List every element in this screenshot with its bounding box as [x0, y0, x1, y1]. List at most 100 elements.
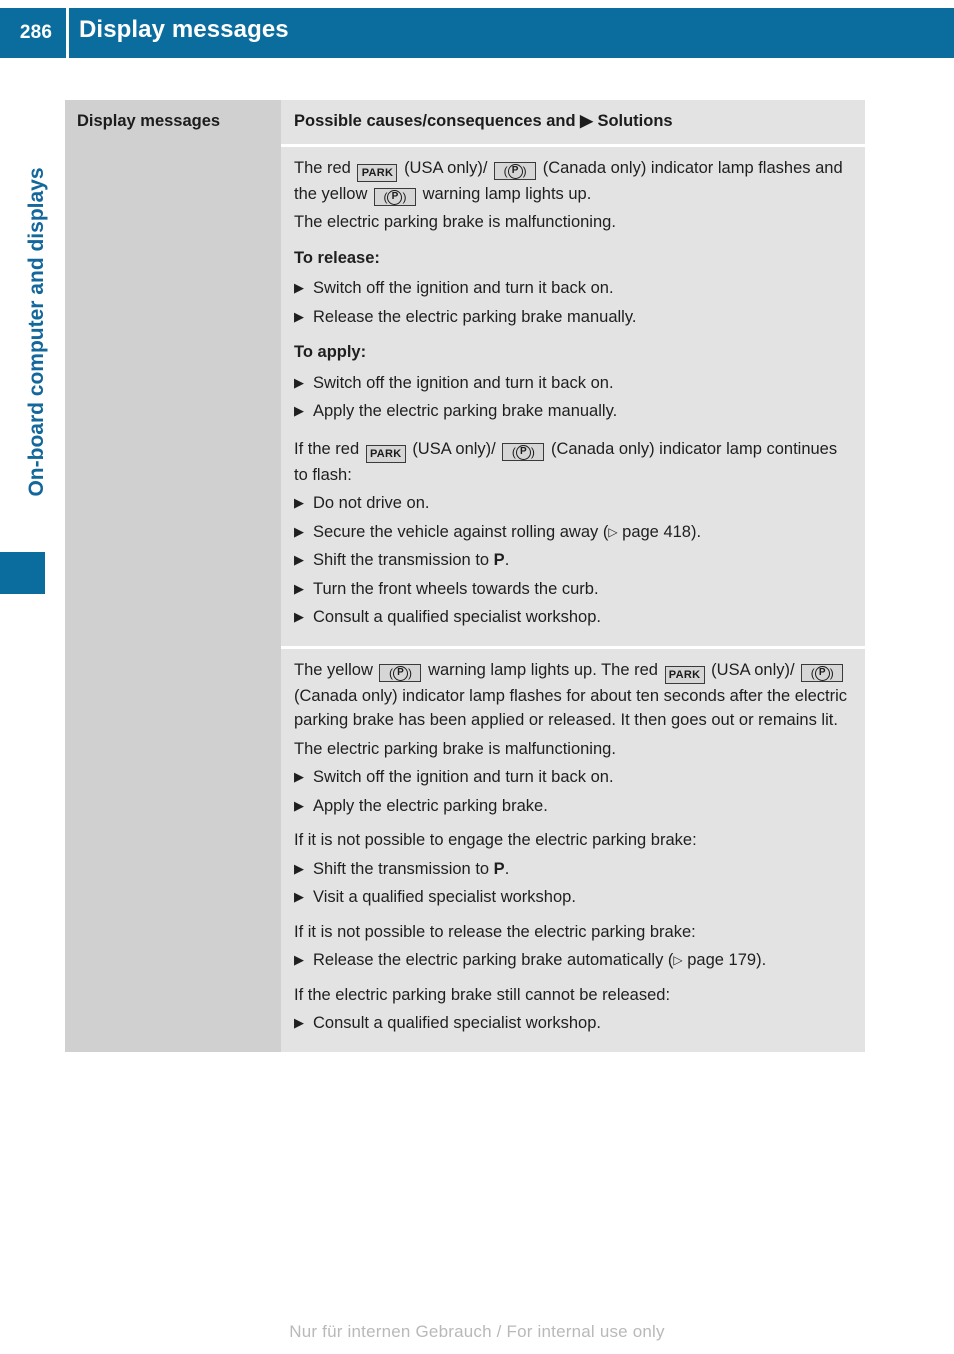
header-divider	[66, 8, 69, 58]
list-item: ▶ Secure the vehicle against rolling away…	[294, 520, 851, 545]
chapter-tab-marker	[0, 552, 45, 594]
parking-brake-warning-icon: (P)	[373, 187, 416, 206]
list-item-label: Shift the transmission to	[313, 551, 494, 570]
text-fragment: ).	[756, 951, 767, 970]
paragraph: If it is not possible to release the ele…	[294, 922, 696, 941]
parking-brake-indicator-icon: (P)	[801, 663, 844, 682]
page-number: 286	[19, 22, 53, 43]
page-reference-arrow-icon: ▷	[608, 524, 618, 539]
list-item: ▶ Shift the transmission to P.	[294, 548, 851, 573]
solution-arrow-icon: ▶	[580, 112, 593, 130]
footer-notice: Nur für internen Gebrauch / For internal…	[289, 1322, 665, 1341]
paragraph: The red PARK (USA only)/ (P) (Canada onl…	[294, 156, 851, 207]
bullet-arrow-icon: ▶	[294, 952, 304, 968]
list-item-label: Shift the transmission to	[313, 859, 494, 878]
table-header-row: Display messages Possible causes/consequ…	[65, 100, 865, 144]
table-header-cell-left: Display messages	[65, 100, 281, 144]
list-item-label: Visit a qualified specialist workshop.	[313, 888, 576, 907]
list-item: ▶ Release the electric parking brake auto…	[294, 948, 851, 973]
gear-position-label: P	[493, 859, 505, 878]
text-fragment: (USA only)/	[412, 439, 496, 458]
text-fragment: warning lamp lights up. The red	[428, 660, 658, 679]
list-item-label: Apply the electric parking brake manuall…	[313, 402, 618, 421]
list-item: ▶ Shift the transmission to P.	[294, 857, 851, 882]
paragraph: If the red PARK (USA only)/ (P) (Canada …	[294, 437, 851, 488]
bullet-arrow-icon: ▶	[294, 523, 304, 539]
bullet-arrow-icon: ▶	[294, 280, 304, 296]
park-indicator-icon: PARK	[365, 444, 406, 463]
list-item-label: Release the electric parking brake manua…	[313, 307, 637, 326]
table-row: The yellow (P) warning lamp lights up. T…	[65, 648, 865, 1052]
list-item: ▶ Visit a qualified specialist workshop.	[294, 885, 851, 910]
paragraph: If the electric parking brake still cann…	[294, 985, 671, 1004]
bullet-arrow-icon: ▶	[294, 1015, 304, 1031]
text-fragment: The red	[294, 158, 351, 177]
paragraph: The yellow (P) warning lamp lights up. T…	[294, 658, 851, 733]
table-cell-causes: The yellow (P) warning lamp lights up. T…	[281, 648, 865, 1052]
list-item-label: Do not drive on.	[313, 494, 430, 513]
bullet-arrow-icon: ▶	[294, 495, 304, 511]
column-header-display-messages: Display messages	[77, 112, 221, 130]
column-header-suffix: Solutions	[597, 112, 673, 130]
paragraph: If it is not possible to engage the elec…	[294, 831, 697, 850]
park-indicator-icon: PARK	[357, 163, 398, 182]
list-item-label: Switch off the ignition and turn it back…	[313, 768, 614, 787]
bullet-arrow-icon: ▶	[294, 889, 304, 905]
text-fragment: ).	[690, 522, 702, 541]
bullet-arrow-icon: ▶	[294, 769, 304, 785]
text-fragment: (Canada only) indicator lamp flashes for…	[294, 686, 848, 730]
list-item: ▶ Turn the front wheels towards the curb.	[294, 577, 851, 602]
bullet-arrow-icon: ▶	[294, 580, 304, 596]
list-item-label: Turn the front wheels towards the curb.	[313, 579, 599, 598]
text-fragment: (USA only)/	[404, 158, 488, 177]
column-header-causes-solutions: Possible causes/consequences and ▶ Solut…	[281, 111, 865, 132]
bullet-arrow-icon: ▶	[294, 797, 304, 813]
list-item: ▶ Switch off the ignition and turn it bac…	[294, 765, 851, 790]
list-item: ▶ Apply the electric parking brake.	[294, 794, 851, 819]
bullet-arrow-icon: ▶	[294, 552, 304, 568]
bullet-arrow-icon: ▶	[294, 403, 304, 419]
text-fragment: .	[504, 551, 510, 570]
display-messages-table: Display messages Possible causes/consequ…	[65, 100, 865, 1052]
list-item: ▶ Apply the electric parking brake manual…	[294, 399, 851, 424]
page-reference-arrow-icon: ▷	[673, 953, 683, 968]
table-row: The red PARK (USA only)/ (P) (Canada onl…	[65, 146, 865, 646]
list-item-label: Consult a qualified specialist workshop.	[313, 608, 601, 627]
bullet-arrow-icon: ▶	[294, 374, 304, 390]
paragraph: The electric parking brake is malfunctio…	[294, 213, 616, 232]
parking-brake-warning-icon: (P)	[379, 663, 422, 682]
table-cell-message	[65, 648, 281, 1052]
bullet-arrow-icon: ▶	[294, 860, 304, 876]
table-cell-causes: The red PARK (USA only)/ (P) (Canada onl…	[281, 146, 865, 646]
text-fragment: (USA only)/	[711, 660, 795, 679]
text-fragment: The yellow	[294, 660, 373, 679]
chapter-label: On-board computer and displays	[25, 167, 48, 497]
list-item: ▶ Switch off the ignition and turn it bac…	[294, 371, 851, 396]
table-header-cell-right: Possible causes/consequences and ▶ Solut…	[281, 100, 865, 144]
list-item-label: Apply the electric parking brake.	[313, 796, 548, 815]
gear-position-label: P	[493, 551, 505, 570]
subheading-to-release: To release:	[294, 248, 380, 267]
park-indicator-icon: PARK	[664, 665, 705, 684]
list-item: ▶ Consult a qualified specialist workshop…	[294, 605, 851, 630]
table-cell-message	[65, 146, 281, 646]
list-item: ▶ Consult a qualified specialist workshop…	[294, 1011, 851, 1036]
text-fragment: .	[504, 859, 510, 878]
subheading-to-apply: To apply:	[294, 343, 367, 362]
page-title: Display messages	[79, 16, 289, 43]
parking-brake-indicator-icon: (P)	[502, 442, 545, 461]
list-item: ▶ Release the electric parking brake manu…	[294, 305, 851, 330]
column-header-prefix: Possible causes/consequences and	[294, 112, 576, 130]
paragraph: The electric parking brake is malfunctio…	[294, 739, 616, 758]
list-item-label: Switch off the ignition and turn it back…	[313, 279, 614, 298]
text-fragment: warning lamp lights up.	[422, 184, 592, 203]
parking-brake-indicator-icon: (P)	[494, 161, 537, 180]
list-item: ▶ Do not drive on.	[294, 491, 851, 516]
bullet-arrow-icon: ▶	[294, 308, 304, 324]
page-reference: page 418	[622, 522, 691, 541]
text-fragment: If the red	[294, 439, 360, 458]
list-item-label: Release the electric parking brake autom…	[313, 951, 674, 970]
list-item-label: Consult a qualified specialist workshop.	[313, 1014, 601, 1033]
bullet-arrow-icon: ▶	[294, 609, 304, 625]
list-item: ▶ Switch off the ignition and turn it bac…	[294, 276, 851, 301]
